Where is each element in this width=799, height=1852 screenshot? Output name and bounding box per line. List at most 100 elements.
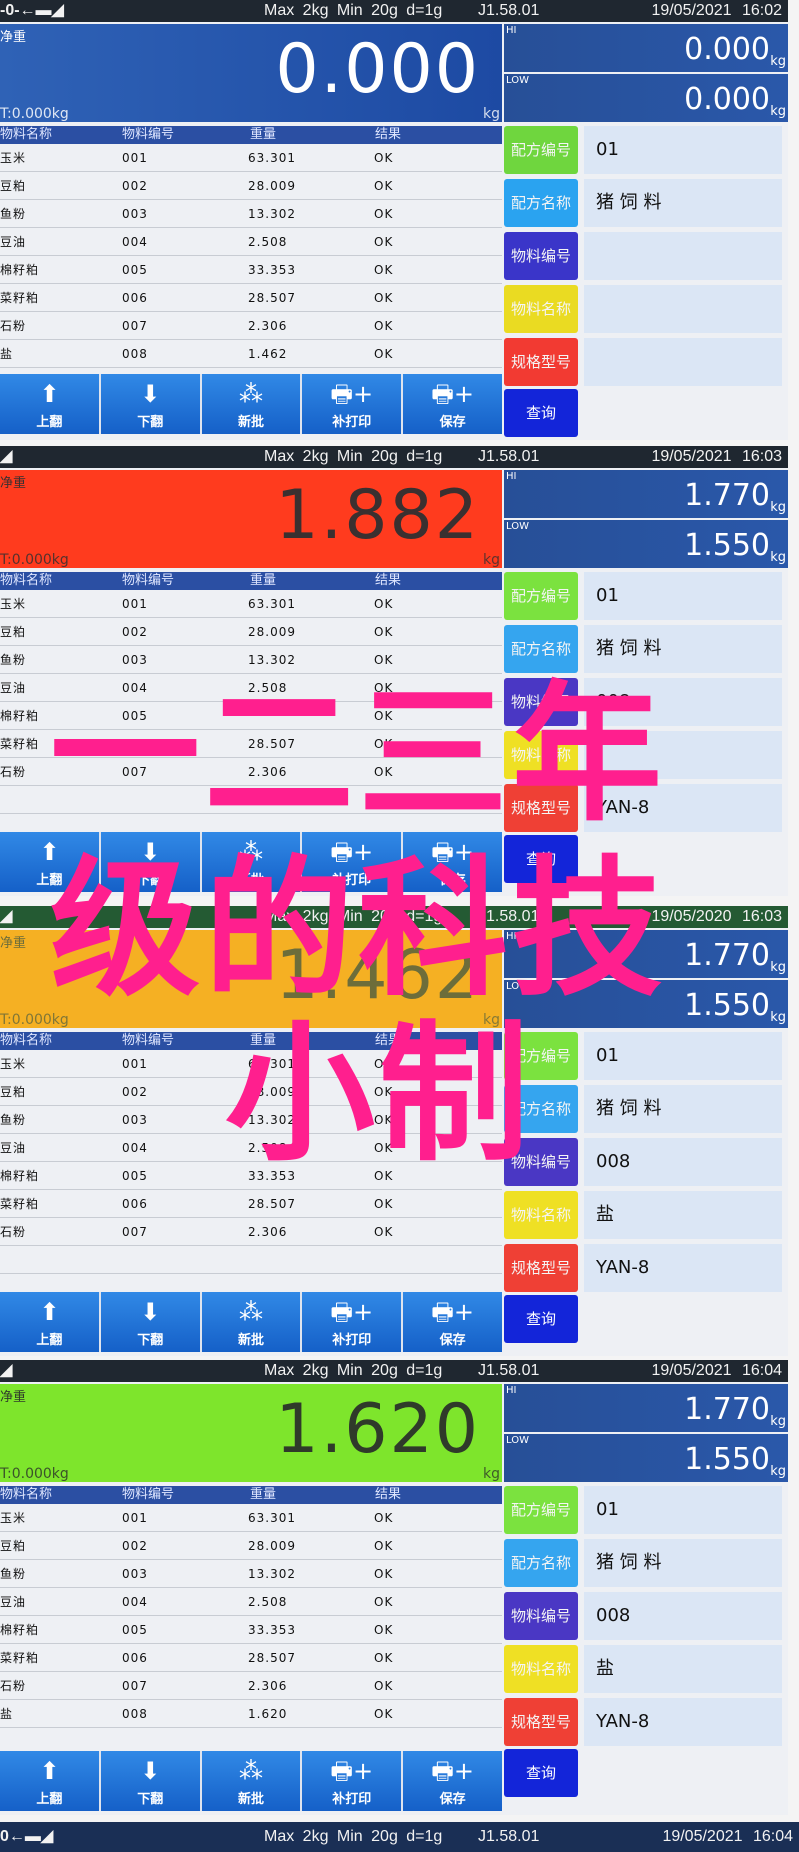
toolbar-button-save-printer[interactable]: 🖶+ 保存 xyxy=(403,832,502,892)
recipe-field-button[interactable]: 配方名称 xyxy=(504,1539,578,1587)
table-row[interactable]: 玉米 001 63.301 OK xyxy=(0,144,502,172)
table-row[interactable]: 棉籽粕 005 33.353 OK xyxy=(0,1162,502,1190)
table-row[interactable]: 玉米 001 63.301 OK xyxy=(0,1050,502,1078)
recipe-field-button[interactable]: 规格型号 xyxy=(504,338,578,386)
table-row[interactable]: 豆粕 002 28.009 OK xyxy=(0,618,502,646)
toolbar-button-arrow-down[interactable]: ⬇ 下翻 xyxy=(100,1292,200,1352)
recipe-field-button[interactable]: 配方编号 xyxy=(504,1032,578,1080)
recipe-field-value[interactable]: YAN-8 xyxy=(584,1698,782,1746)
toolbar-button-arrow-up[interactable]: ⬆ 上翻 xyxy=(0,1751,99,1811)
recipe-field-value[interactable] xyxy=(584,338,782,386)
recipe-field-value[interactable]: 猪 饲 料 xyxy=(584,179,782,227)
toolbar-button-arrow-down[interactable]: ⬇ 下翻 xyxy=(100,374,200,434)
recipe-field-button[interactable]: 配方编号 xyxy=(504,572,578,620)
toolbar-button-save-printer[interactable]: 🖶+ 保存 xyxy=(403,1292,502,1352)
table-row[interactable]: 菜籽粕 006 28.507 OK xyxy=(0,1644,502,1672)
toolbar-button-batch-stack[interactable]: ⁂ 新批 xyxy=(201,832,301,892)
toolbar-button-save-printer[interactable]: 🖶+ 保存 xyxy=(403,1751,502,1811)
low-limit[interactable]: LOW 1.550 kg xyxy=(504,520,788,568)
table-row[interactable]: 石粉 007 2.306 OK xyxy=(0,1672,502,1700)
table-row[interactable]: 鱼粉 003 13.302 OK xyxy=(0,200,502,228)
table-row[interactable]: 豆油 004 2.508 OK xyxy=(0,228,502,256)
recipe-field-value[interactable]: 008 xyxy=(584,1138,782,1186)
recipe-field-value[interactable] xyxy=(584,731,782,779)
table-row[interactable]: 菜籽粕 006 28.507 OK xyxy=(0,1190,502,1218)
table-row[interactable]: 豆油 004 2.508 OK xyxy=(0,674,502,702)
hi-limit[interactable]: HI 0.000 kg xyxy=(504,24,788,72)
toolbar-button-printer-plus[interactable]: 🖶+ 补打印 xyxy=(302,374,402,434)
table-row[interactable]: 玉米 001 63.301 OK xyxy=(0,590,502,618)
table-row[interactable]: 石粉 007 2.306 OK xyxy=(0,312,502,340)
table-row[interactable]: 盐 008 1.462 OK xyxy=(0,340,502,368)
recipe-field-button[interactable]: 配方编号 xyxy=(504,1486,578,1534)
table-row[interactable]: 菜籽粕 006 28.507 OK xyxy=(0,284,502,312)
low-limit[interactable]: LOW 0.000 kg xyxy=(504,74,788,122)
recipe-field-button[interactable]: 规格型号 xyxy=(504,1244,578,1292)
recipe-field-value[interactable] xyxy=(584,285,782,333)
recipe-field-button[interactable]: 配方编号 xyxy=(504,126,578,174)
toolbar-button-printer-plus[interactable]: 🖶+ 补打印 xyxy=(302,1292,402,1352)
query-button[interactable]: 查询 xyxy=(504,1749,578,1797)
table-row[interactable] xyxy=(0,786,502,814)
recipe-field-button[interactable]: 配方名称 xyxy=(504,179,578,227)
hi-limit[interactable]: HI 1.770 kg xyxy=(504,1384,788,1432)
recipe-field-value[interactable]: 01 xyxy=(584,1032,782,1080)
table-row[interactable]: 石粉 007 2.306 OK xyxy=(0,1218,502,1246)
toolbar-button-arrow-down[interactable]: ⬇ 下翻 xyxy=(100,1751,200,1811)
recipe-field-value[interactable]: 008 xyxy=(584,1592,782,1640)
recipe-field-value[interactable] xyxy=(584,232,782,280)
table-row[interactable]: 鱼粉 003 13.302 OK xyxy=(0,646,502,674)
hi-limit[interactable]: HI 1.770 kg xyxy=(504,470,788,518)
table-row[interactable]: 鱼粉 003 13.302 OK xyxy=(0,1560,502,1588)
toolbar-button-arrow-up[interactable]: ⬆ 上翻 xyxy=(0,832,99,892)
query-button[interactable]: 查询 xyxy=(504,835,578,883)
recipe-field-value[interactable]: 01 xyxy=(584,572,782,620)
table-row[interactable]: 豆油 004 2.508 OK xyxy=(0,1588,502,1616)
table-row[interactable]: 豆粕 002 28.009 OK xyxy=(0,172,502,200)
recipe-field-value[interactable]: 盐 xyxy=(584,1645,782,1693)
recipe-field-button[interactable]: 规格型号 xyxy=(504,1698,578,1746)
recipe-field-button[interactable]: 物料编号 xyxy=(504,232,578,280)
recipe-field-value[interactable]: 猪 饲 料 xyxy=(584,1085,782,1133)
table-row[interactable]: 豆油 004 2.508 OK xyxy=(0,1134,502,1162)
query-button[interactable]: 查询 xyxy=(504,1295,578,1343)
recipe-field-button[interactable]: 配方名称 xyxy=(504,1085,578,1133)
table-row[interactable]: 棉籽粕 005 OK xyxy=(0,702,502,730)
table-row[interactable]: 豆粕 002 28.009 OK xyxy=(0,1078,502,1106)
table-row[interactable]: 盐 008 1.620 OK xyxy=(0,1700,502,1728)
table-row[interactable]: 鱼粉 003 13.302 OK xyxy=(0,1106,502,1134)
toolbar-button-batch-stack[interactable]: ⁂ 新批 xyxy=(201,374,301,434)
recipe-field-value[interactable]: YAN-8 xyxy=(584,784,782,832)
toolbar-button-batch-stack[interactable]: ⁂ 新批 xyxy=(201,1751,301,1811)
recipe-field-value[interactable]: 盐 xyxy=(584,1191,782,1239)
recipe-field-button[interactable]: 物料名称 xyxy=(504,731,578,779)
table-row[interactable]: 菜籽粕 006 28.507 OK xyxy=(0,730,502,758)
toolbar-button-batch-stack[interactable]: ⁂ 新批 xyxy=(201,1292,301,1352)
toolbar-button-arrow-up[interactable]: ⬆ 上翻 xyxy=(0,374,99,434)
low-limit[interactable]: LOW 1.550 kg xyxy=(504,1434,788,1482)
recipe-field-value[interactable]: 008 xyxy=(584,678,782,726)
recipe-field-button[interactable]: 物料名称 xyxy=(504,1191,578,1239)
table-row[interactable]: 石粉 007 2.306 OK xyxy=(0,758,502,786)
recipe-field-value[interactable]: YAN-8 xyxy=(584,1244,782,1292)
table-row[interactable]: 玉米 001 63.301 OK xyxy=(0,1504,502,1532)
toolbar-button-save-printer[interactable]: 🖶+ 保存 xyxy=(403,374,502,434)
toolbar-button-arrow-down[interactable]: ⬇ 下翻 xyxy=(100,832,200,892)
query-button[interactable]: 查询 xyxy=(504,389,578,437)
recipe-field-button[interactable]: 配方名称 xyxy=(504,625,578,673)
recipe-field-button[interactable]: 物料编号 xyxy=(504,1592,578,1640)
table-row[interactable]: 棉籽粕 005 33.353 OK xyxy=(0,256,502,284)
recipe-field-value[interactable]: 猪 饲 料 xyxy=(584,1539,782,1587)
toolbar-button-printer-plus[interactable]: 🖶+ 补打印 xyxy=(302,1751,402,1811)
recipe-field-value[interactable]: 01 xyxy=(584,1486,782,1534)
recipe-field-value[interactable]: 01 xyxy=(584,126,782,174)
table-row[interactable] xyxy=(0,1246,502,1274)
table-row[interactable]: 棉籽粕 005 33.353 OK xyxy=(0,1616,502,1644)
recipe-field-button[interactable]: 规格型号 xyxy=(504,784,578,832)
table-row[interactable]: 豆粕 002 28.009 OK xyxy=(0,1532,502,1560)
recipe-field-button[interactable]: 物料名称 xyxy=(504,1645,578,1693)
recipe-field-button[interactable]: 物料编号 xyxy=(504,678,578,726)
toolbar-button-arrow-up[interactable]: ⬆ 上翻 xyxy=(0,1292,99,1352)
recipe-field-button[interactable]: 物料编号 xyxy=(504,1138,578,1186)
low-limit[interactable]: LOW 1.550 kg xyxy=(504,980,788,1028)
